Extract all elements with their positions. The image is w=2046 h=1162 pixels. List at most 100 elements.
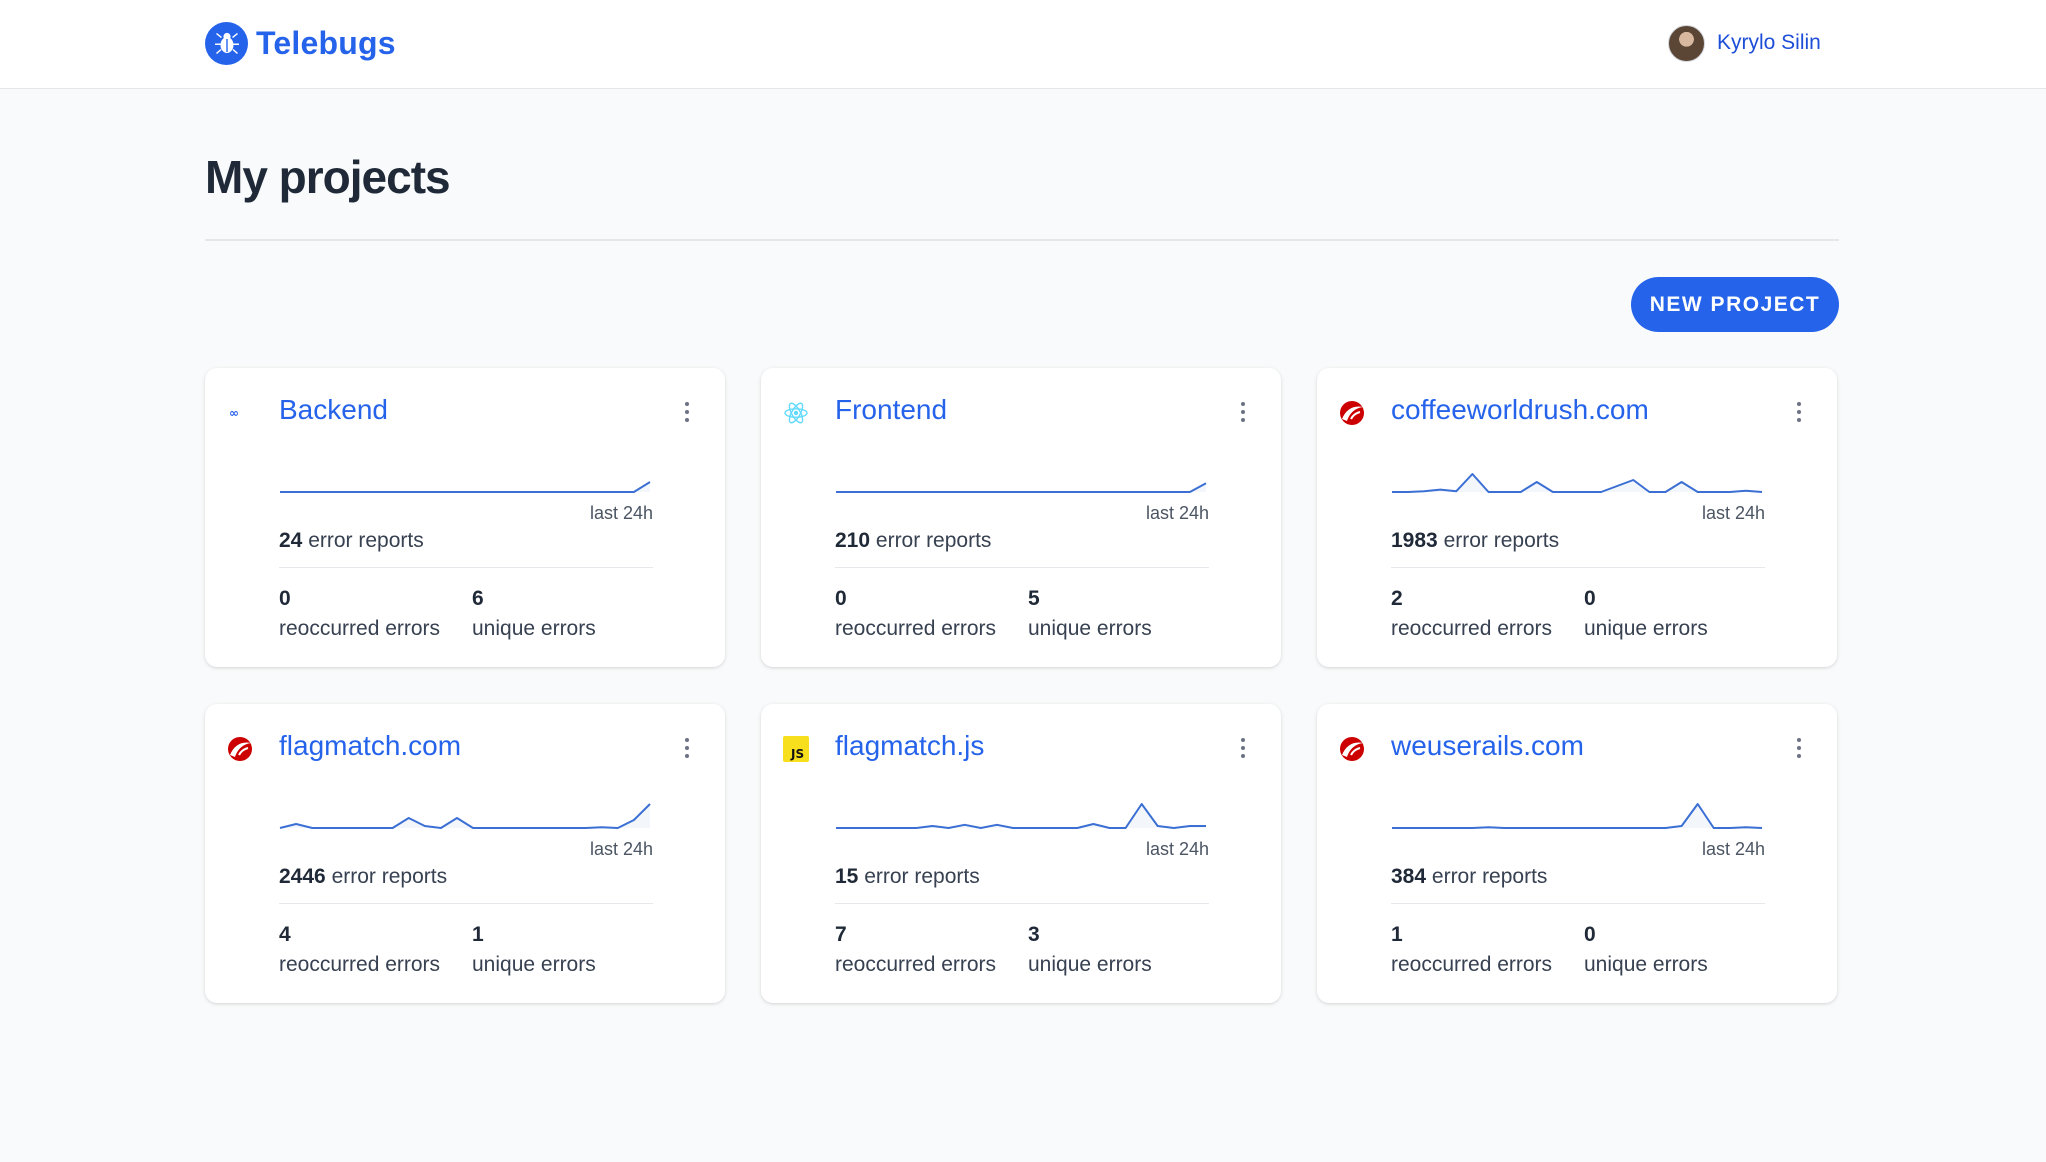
reoccurred-errors-value: 0 bbox=[835, 587, 847, 610]
error-reports-label: error reports bbox=[1431, 865, 1548, 888]
unique-errors-label: unique errors bbox=[472, 617, 596, 640]
reoccurred-errors-stat: 7 reoccurred errors bbox=[835, 920, 996, 980]
user-menu[interactable]: Kyrylo Silin bbox=[1668, 24, 1821, 62]
error-reports-count: 2446 error reports bbox=[279, 865, 447, 889]
more-options-icon[interactable] bbox=[1789, 734, 1809, 762]
project-name-link[interactable]: flagmatch.com bbox=[279, 730, 461, 762]
error-reports-label: error reports bbox=[1443, 529, 1560, 552]
reoccurred-errors-stat: 1 reoccurred errors bbox=[1391, 920, 1552, 980]
unique-errors-value: 5 bbox=[1028, 587, 1040, 610]
reoccurred-errors-value: 1 bbox=[1391, 923, 1403, 946]
reoccurred-errors-value: 7 bbox=[835, 923, 847, 946]
reoccurred-errors-label: reoccurred errors bbox=[835, 953, 997, 976]
project-card[interactable]: Frontend last 24h 210 error reports 0 reoccu… bbox=[761, 368, 1281, 667]
telebugs-logo-icon bbox=[205, 21, 248, 65]
sparkline-area bbox=[280, 482, 650, 492]
project-card[interactable]: flagmatch.com last 24h 2446 error reports 4… bbox=[205, 704, 725, 1003]
elixir-icon: ∞ bbox=[225, 398, 255, 428]
error-reports-count: 210 error reports bbox=[835, 529, 991, 553]
more-options-icon[interactable] bbox=[677, 734, 697, 762]
unique-errors-label: unique errors bbox=[472, 953, 596, 976]
project-name-link[interactable]: weuserails.com bbox=[1391, 730, 1584, 762]
more-options-icon[interactable] bbox=[1233, 398, 1253, 426]
card-divider bbox=[835, 567, 1209, 568]
project-card[interactable]: JS flagmatch.js last 24h 15 error reports 7 r… bbox=[761, 704, 1281, 1003]
trend-period-label: last 24h bbox=[589, 839, 653, 859]
reoccurred-errors-label: reoccurred errors bbox=[1391, 617, 1553, 640]
sparkline-line bbox=[836, 482, 1207, 493]
unique-errors-label: unique errors bbox=[1028, 617, 1152, 640]
unique-errors-stat: 0 unique errors bbox=[1584, 584, 1708, 644]
sparkline-area bbox=[280, 804, 650, 828]
rails-icon bbox=[1337, 734, 1367, 764]
error-reports-value: 15 bbox=[835, 865, 859, 888]
error-reports-count: 1983 error reports bbox=[1391, 529, 1559, 553]
unique-errors-value: 0 bbox=[1584, 587, 1596, 610]
error-trend-sparkline bbox=[836, 482, 1207, 493]
trend-period-label: last 24h bbox=[1701, 839, 1765, 859]
js-icon: JS bbox=[781, 734, 811, 764]
error-reports-value: 24 bbox=[279, 529, 303, 552]
rails-icon bbox=[225, 734, 255, 764]
error-trend-sparkline bbox=[1392, 803, 1763, 829]
projects-grid: ∞ Backend last 24h 24 error reports 0 reoccur… bbox=[205, 368, 1839, 1004]
unique-errors-value: 1 bbox=[472, 923, 484, 946]
brand-link[interactable]: Telebugs bbox=[205, 21, 396, 65]
error-reports-label: error reports bbox=[864, 865, 980, 888]
card-divider bbox=[279, 567, 653, 568]
more-options-icon[interactable] bbox=[1233, 734, 1253, 762]
card-divider bbox=[279, 903, 653, 904]
avatar bbox=[1668, 24, 1705, 62]
error-reports-label: error reports bbox=[308, 529, 424, 552]
rails-icon bbox=[1337, 398, 1367, 428]
reoccurred-errors-value: 2 bbox=[1391, 587, 1403, 610]
reoccurred-errors-value: 0 bbox=[279, 587, 291, 610]
error-reports-value: 1983 bbox=[1391, 529, 1438, 552]
card-divider bbox=[1391, 567, 1765, 568]
sparkline-area bbox=[836, 483, 1206, 492]
error-trend-sparkline bbox=[836, 803, 1206, 829]
unique-errors-value: 3 bbox=[1028, 923, 1040, 946]
page-title: My projects bbox=[205, 151, 451, 203]
error-reports-value: 384 bbox=[1391, 865, 1427, 888]
more-options-icon[interactable] bbox=[1789, 398, 1809, 426]
more-options-icon[interactable] bbox=[677, 398, 697, 426]
unique-errors-label: unique errors bbox=[1584, 953, 1708, 976]
unique-errors-stat: 1 unique errors bbox=[472, 920, 596, 980]
user-name: Kyrylo Silin bbox=[1717, 31, 1821, 54]
unique-errors-stat: 0 unique errors bbox=[1584, 920, 1708, 980]
error-reports-count: 384 error reports bbox=[1391, 865, 1547, 889]
sparkline-line bbox=[280, 481, 651, 493]
project-name-link[interactable]: Backend bbox=[279, 394, 388, 426]
brand-name: Telebugs bbox=[256, 24, 396, 61]
project-name-link[interactable]: flagmatch.js bbox=[835, 730, 984, 762]
error-reports-count: 15 error reports bbox=[835, 865, 980, 889]
trend-period-label: last 24h bbox=[1145, 503, 1209, 523]
error-reports-label: error reports bbox=[331, 865, 448, 888]
unique-errors-value: 0 bbox=[1584, 923, 1596, 946]
error-reports-count: 24 error reports bbox=[279, 529, 424, 553]
title-divider bbox=[205, 239, 1839, 241]
reoccurred-errors-label: reoccurred errors bbox=[279, 617, 441, 640]
project-card[interactable]: coffeeworldrush.com last 24h 1983 error re… bbox=[1317, 368, 1837, 667]
unique-errors-stat: 3 unique errors bbox=[1028, 920, 1152, 980]
reoccurred-errors-value: 4 bbox=[279, 923, 291, 946]
reoccurred-errors-label: reoccurred errors bbox=[279, 953, 441, 976]
reoccurred-errors-label: reoccurred errors bbox=[1391, 953, 1553, 976]
error-trend-sparkline bbox=[1392, 473, 1763, 493]
error-trend-sparkline bbox=[280, 481, 651, 493]
project-name-link[interactable]: coffeeworldrush.com bbox=[1391, 394, 1649, 426]
project-card[interactable]: ∞ Backend last 24h 24 error reports 0 reoccur… bbox=[205, 368, 725, 667]
unique-errors-label: unique errors bbox=[1584, 617, 1708, 640]
react-icon bbox=[781, 398, 811, 428]
project-card[interactable]: weuserails.com last 24h 384 error reports 1… bbox=[1317, 704, 1837, 1003]
card-divider bbox=[1391, 903, 1765, 904]
project-name-link[interactable]: Frontend bbox=[835, 394, 947, 426]
sparkline-area bbox=[1392, 474, 1762, 492]
error-reports-label: error reports bbox=[875, 529, 992, 552]
new-project-button[interactable]: NEW PROJECT bbox=[1631, 277, 1839, 332]
unique-errors-label: unique errors bbox=[1028, 953, 1152, 976]
trend-period-label: last 24h bbox=[589, 503, 653, 523]
top-navbar: Telebugs Kyrylo Silin bbox=[0, 0, 2046, 89]
unique-errors-stat: 6 unique errors bbox=[472, 584, 596, 644]
